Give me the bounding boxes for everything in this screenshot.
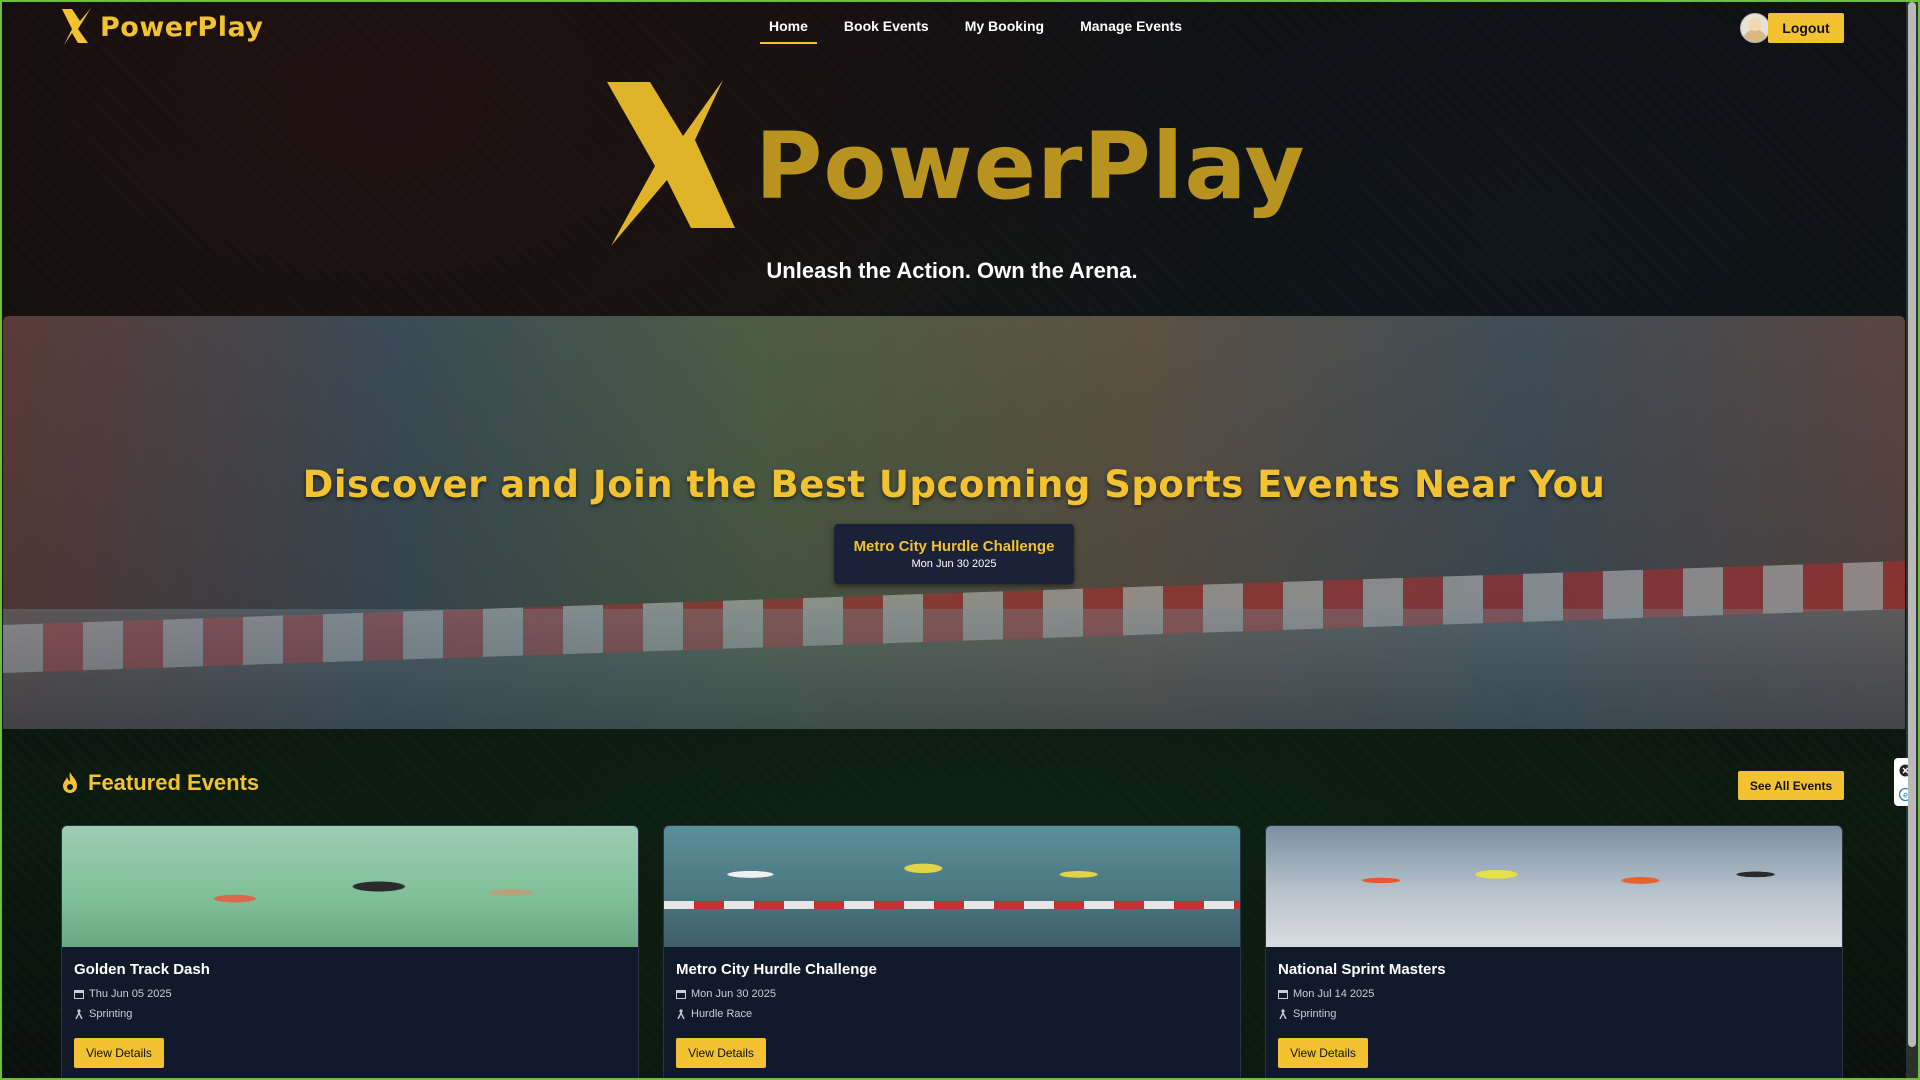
brand-name: PowerPlay: [100, 11, 264, 43]
banner-event-card[interactable]: Metro City Hurdle Challenge Mon Jun 30 2…: [834, 524, 1074, 584]
nav-home[interactable]: Home: [760, 10, 817, 44]
nav-book-events[interactable]: Book Events: [835, 10, 938, 44]
event-card: Metro City Hurdle Challenge Mon Jun 30 2…: [663, 825, 1241, 1080]
hero-brand-name: PowerPlay: [755, 112, 1306, 220]
nav-my-booking[interactable]: My Booking: [956, 10, 1053, 44]
banner-event-title: Metro City Hurdle Challenge: [853, 538, 1055, 555]
hero-banner: Discover and Join the Best Upcoming Spor…: [3, 316, 1905, 729]
fire-icon: [63, 772, 77, 793]
lightning-x-hero-icon: [607, 80, 735, 246]
track-graphic: [3, 609, 1905, 729]
event-card: Golden Track Dash Thu Jun 05 2025 Sprint…: [61, 825, 639, 1080]
view-details-button[interactable]: View Details: [1278, 1038, 1368, 1068]
event-image: [1266, 826, 1842, 947]
featured-header: Featured Events: [60, 770, 259, 796]
see-all-events-button[interactable]: See All Events: [1738, 771, 1844, 800]
runner-icon: [1279, 1009, 1287, 1019]
featured-events-list: Golden Track Dash Thu Jun 05 2025 Sprint…: [61, 825, 1843, 1080]
scrollbar-thumb[interactable]: [1908, 2, 1916, 1047]
event-image: [664, 826, 1240, 947]
event-date: Mon Jul 14 2025: [1293, 988, 1375, 1000]
brand[interactable]: PowerPlay: [60, 7, 263, 47]
runner-icon: [677, 1009, 685, 1019]
top-navbar: PowerPlay Home Book Events My Booking Ma…: [0, 0, 1920, 54]
event-category: Hurdle Race: [691, 1008, 753, 1020]
logout-button[interactable]: Logout: [1768, 13, 1844, 43]
view-details-button[interactable]: View Details: [74, 1038, 164, 1068]
avatar[interactable]: [1740, 13, 1770, 43]
nav-manage-events[interactable]: Manage Events: [1071, 10, 1191, 44]
view-details-button[interactable]: View Details: [676, 1038, 766, 1068]
scrollbar[interactable]: [1906, 2, 1918, 1078]
event-image: [62, 826, 638, 947]
event-title: National Sprint Masters: [1278, 961, 1446, 978]
banner-title: Discover and Join the Best Upcoming Spor…: [302, 463, 1606, 506]
calendar-icon: [676, 990, 686, 999]
event-category: Sprinting: [1293, 1008, 1337, 1020]
event-date: Thu Jun 05 2025: [89, 988, 172, 1000]
calendar-icon: [1278, 990, 1288, 999]
event-date: Mon Jun 30 2025: [691, 988, 777, 1000]
hero-logo: PowerPlay: [605, 78, 1306, 248]
lightning-x-logo-icon: [62, 8, 91, 45]
main-nav: Home Book Events My Booking Manage Event…: [760, 10, 1191, 44]
event-card: National Sprint Masters Mon Jul 14 2025 …: [1265, 825, 1843, 1080]
banner-event-date: Mon Jun 30 2025: [911, 558, 997, 570]
featured-title: Featured Events: [88, 770, 260, 795]
calendar-icon: [74, 990, 84, 999]
event-title: Golden Track Dash: [74, 961, 210, 978]
hero-tagline: Unleash the Action. Own the Arena.: [766, 258, 1138, 283]
event-category: Sprinting: [89, 1008, 133, 1020]
runner-icon: [75, 1009, 83, 1019]
event-title: Metro City Hurdle Challenge: [676, 961, 877, 978]
